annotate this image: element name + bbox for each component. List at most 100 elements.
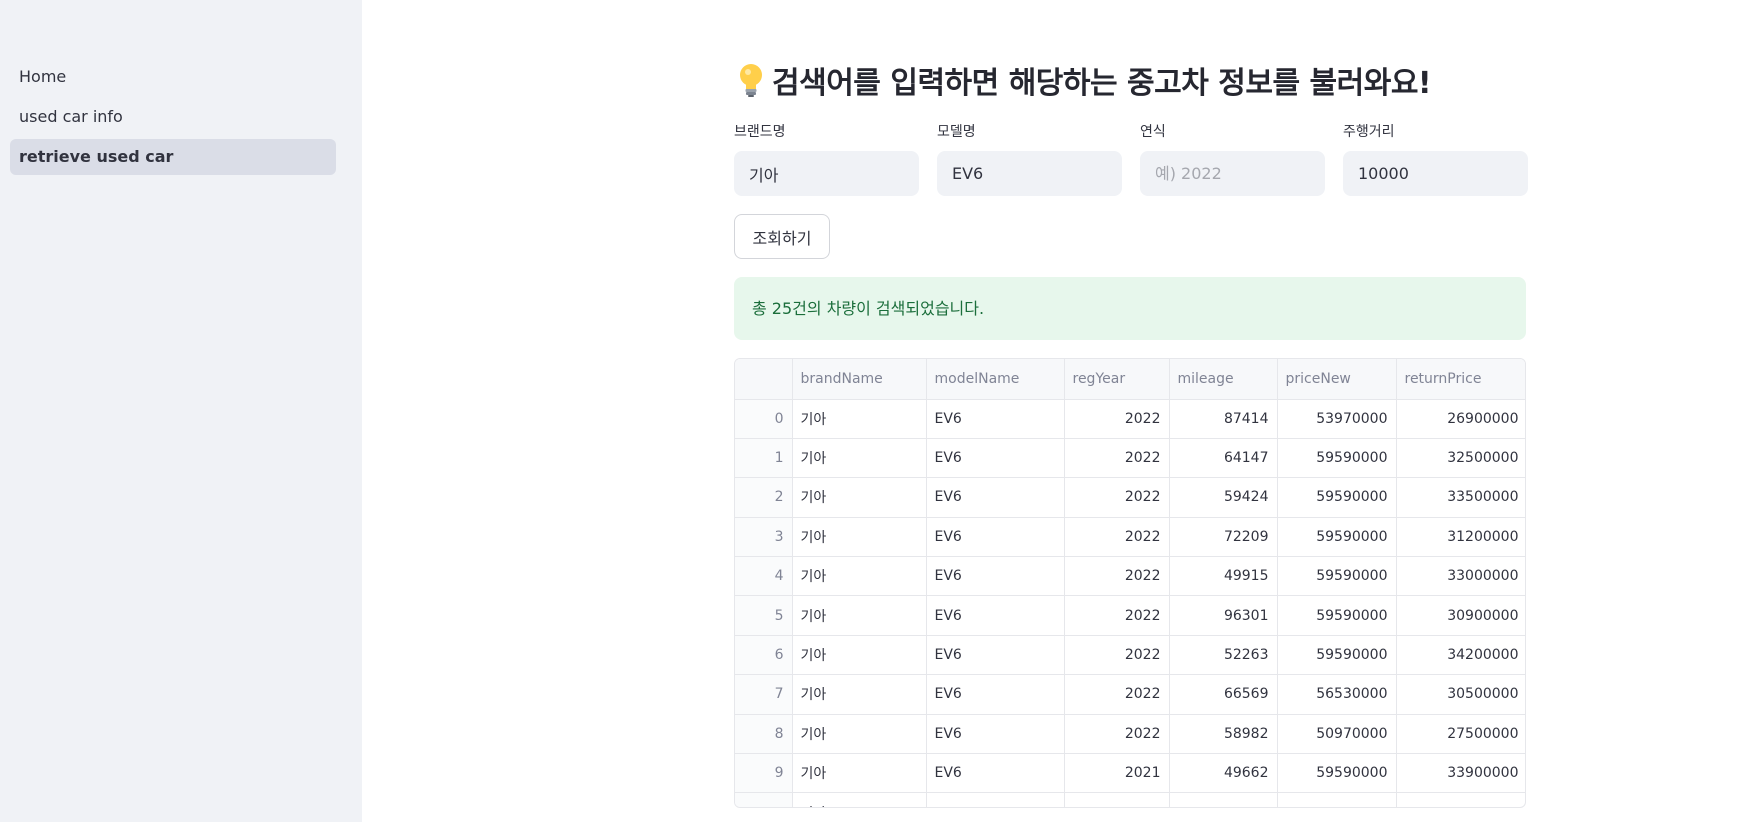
mileage-input[interactable] — [1343, 151, 1528, 196]
model-cell: EV6 — [926, 517, 1065, 558]
table-row[interactable]: 0 기아 EV6 2022 87414 53970000 26900000 — [735, 399, 1525, 439]
model-cell: EV6 — [926, 556, 1065, 597]
year-input[interactable] — [1140, 151, 1325, 196]
model-cell: EV6 — [926, 635, 1065, 676]
sidebar-item-retrieve-used-car[interactable]: retrieve used car — [10, 139, 336, 175]
column-header-brandname[interactable]: brandName — [792, 359, 927, 400]
table-row-partial[interactable]: 기아 — [735, 792, 1525, 807]
regyear-cell: 2022 — [1064, 399, 1170, 439]
brand-cell: 기아 — [792, 714, 927, 755]
returnprice-cell: 27500000 — [1396, 714, 1525, 755]
brand-cell: 기아 — [792, 517, 927, 558]
pricenew-cell: 50970000 — [1277, 714, 1397, 755]
column-header-returnprice[interactable]: returnPrice — [1396, 359, 1525, 400]
pricenew-cell: 59590000 — [1277, 517, 1397, 558]
mileage-cell: 72209 — [1169, 517, 1278, 558]
model-cell — [926, 792, 1065, 807]
table-row[interactable]: 1 기아 EV6 2022 64147 59590000 32500000 — [735, 438, 1525, 479]
table-row[interactable]: 2 기아 EV6 2022 59424 59590000 33500000 — [735, 477, 1525, 518]
model-cell: EV6 — [926, 674, 1065, 715]
page-title: 검색어를 입력하면 해당하는 중고차 정보를 불러와요! — [738, 58, 1432, 102]
row-index: 5 — [735, 595, 793, 636]
column-header-mileage[interactable]: mileage — [1169, 359, 1278, 400]
mileage-cell: 49915 — [1169, 556, 1278, 597]
model-cell: EV6 — [926, 714, 1065, 755]
pricenew-cell: 59590000 — [1277, 635, 1397, 676]
column-header-index — [735, 359, 793, 400]
column-header-regyear[interactable]: regYear — [1064, 359, 1170, 400]
table-row[interactable]: 9 기아 EV6 2021 49662 59590000 33900000 — [735, 753, 1525, 794]
mileage-cell: 87414 — [1169, 399, 1278, 439]
sidebar: Home used car info retrieve used car — [0, 0, 362, 822]
model-cell: EV6 — [926, 753, 1065, 794]
table-row[interactable]: 7 기아 EV6 2022 66569 56530000 30500000 — [735, 674, 1525, 715]
regyear-cell: 2022 — [1064, 438, 1170, 479]
row-index: 3 — [735, 517, 793, 558]
mileage-cell: 52263 — [1169, 635, 1278, 676]
brand-cell: 기아 — [792, 635, 927, 676]
page-title-text: 검색어를 입력하면 해당하는 중고차 정보를 불러와요! — [772, 66, 1432, 101]
pricenew-cell: 59590000 — [1277, 477, 1397, 518]
result-alert: 총 25건의 차량이 검색되었습니다. — [734, 277, 1526, 340]
pricenew-cell — [1277, 792, 1397, 807]
returnprice-cell: 34200000 — [1396, 635, 1525, 676]
model-cell: EV6 — [926, 399, 1065, 439]
brand-cell: 기아 — [792, 674, 927, 715]
table-row[interactable]: 5 기아 EV6 2022 96301 59590000 30900000 — [735, 595, 1525, 636]
model-cell: EV6 — [926, 477, 1065, 518]
brand-cell: 기아 — [792, 595, 927, 636]
column-header-modelname[interactable]: modelName — [926, 359, 1065, 400]
brand-cell: 기아 — [792, 399, 927, 439]
search-button[interactable]: 조회하기 — [734, 214, 830, 259]
row-index: 7 — [735, 674, 793, 715]
returnprice-cell — [1396, 792, 1525, 807]
results-table[interactable]: brandName modelName regYear mileage pric… — [734, 358, 1526, 808]
regyear-cell — [1064, 792, 1170, 807]
regyear-cell: 2022 — [1064, 674, 1170, 715]
table-row[interactable]: 3 기아 EV6 2022 72209 59590000 31200000 — [735, 517, 1525, 558]
lightbulb-icon — [738, 62, 764, 98]
brand-cell: 기아 — [792, 792, 927, 807]
regyear-cell: 2022 — [1064, 517, 1170, 558]
mileage-cell: 96301 — [1169, 595, 1278, 636]
table-header-row: brandName modelName regYear mileage pric… — [735, 359, 1525, 400]
row-index: 4 — [735, 556, 793, 597]
row-index: 8 — [735, 714, 793, 755]
table-body: 0 기아 EV6 2022 87414 53970000 26900000 1 기아 EV6 202… — [735, 399, 1525, 807]
mileage-cell: 64147 — [1169, 438, 1278, 479]
brand-cell: 기아 — [792, 477, 927, 518]
mileage-cell: 59424 — [1169, 477, 1278, 518]
column-header-pricenew[interactable]: priceNew — [1277, 359, 1397, 400]
returnprice-cell: 31200000 — [1396, 517, 1525, 558]
model-label: 모델명 — [937, 124, 976, 140]
pricenew-cell: 56530000 — [1277, 674, 1397, 715]
pricenew-cell: 59590000 — [1277, 595, 1397, 636]
row-index — [735, 792, 793, 807]
returnprice-cell: 30500000 — [1396, 674, 1525, 715]
row-index: 1 — [735, 438, 793, 479]
table-row[interactable]: 4 기아 EV6 2022 49915 59590000 33000000 — [735, 556, 1525, 597]
mileage-cell: 66569 — [1169, 674, 1278, 715]
model-input[interactable] — [937, 151, 1122, 196]
regyear-cell: 2022 — [1064, 635, 1170, 676]
row-index: 6 — [735, 635, 793, 676]
sidebar-item-home[interactable]: Home — [10, 59, 336, 95]
brand-cell: 기아 — [792, 438, 927, 479]
returnprice-cell: 30900000 — [1396, 595, 1525, 636]
brand-cell: 기아 — [792, 753, 927, 794]
sidebar-item-used-car-info[interactable]: used car info — [10, 99, 336, 135]
mileage-label: 주행거리 — [1343, 124, 1395, 140]
returnprice-cell: 33500000 — [1396, 477, 1525, 518]
returnprice-cell: 33900000 — [1396, 753, 1525, 794]
model-cell: EV6 — [926, 438, 1065, 479]
table-row[interactable]: 6 기아 EV6 2022 52263 59590000 34200000 — [735, 635, 1525, 676]
mileage-cell — [1169, 792, 1278, 807]
returnprice-cell: 32500000 — [1396, 438, 1525, 479]
pricenew-cell: 59590000 — [1277, 753, 1397, 794]
regyear-cell: 2022 — [1064, 595, 1170, 636]
table-row[interactable]: 8 기아 EV6 2022 58982 50970000 27500000 — [735, 714, 1525, 755]
returnprice-cell: 33000000 — [1396, 556, 1525, 597]
row-index: 0 — [735, 399, 793, 439]
brand-input[interactable] — [734, 151, 919, 196]
returnprice-cell: 26900000 — [1396, 399, 1525, 439]
